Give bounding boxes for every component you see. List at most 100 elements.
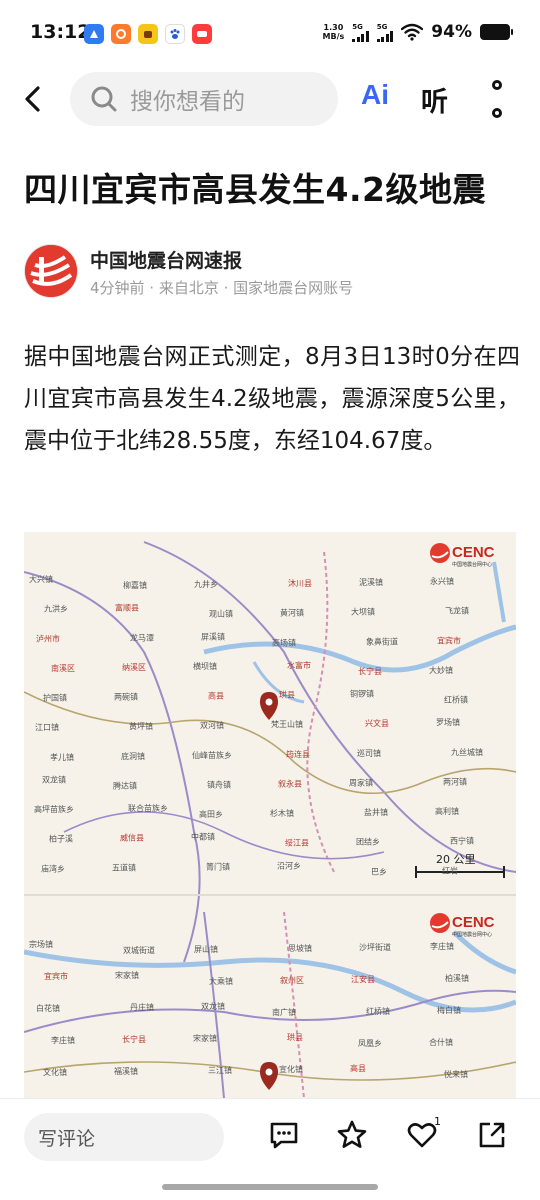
map-place-label: 巴乡 [371, 867, 387, 876]
map-place-label: 江安县 [351, 974, 375, 984]
map-place-label: 梵王山镇 [271, 719, 303, 729]
map-place-label: 水富市 [287, 660, 311, 670]
map-place-label: 李庄镇 [430, 941, 454, 951]
map-place-label: 龙马潭 [130, 632, 154, 642]
map-place-label: 沿河乡 [277, 860, 301, 870]
article-body: 据中国地震台网正式测定，8月3日13时0分在四川宜宾市高县发生4.2级地震，震源… [24, 344, 520, 454]
author-avatar[interactable] [24, 244, 78, 298]
back-button[interactable] [16, 82, 50, 116]
map-place-label: 南溪区 [51, 663, 75, 673]
search-icon [91, 86, 117, 112]
map-place-label: 泥溪镇 [359, 577, 383, 587]
map-place-label: 罗场镇 [436, 717, 460, 727]
map-place-label: 黄坪镇 [129, 721, 153, 731]
share-icon[interactable] [476, 1119, 508, 1151]
map-place-label: 珙县 [287, 1032, 303, 1042]
map-place-label: 孝儿镇 [50, 752, 74, 762]
author-meta: 4分钟前 · 来自北京 · 国家地震台网账号 [90, 279, 354, 297]
bottom-action-bar: 写评论 1 [0, 1098, 540, 1200]
status-bar: 13:12 1.30 MB/s 5G 5G 94% [0, 0, 540, 66]
map-place-label: 叙永县 [278, 778, 302, 788]
map-place-label: 高田乡 [199, 809, 223, 819]
map-place-label: 高坪苗族乡 [34, 804, 74, 814]
map-place-label: 梅白镇 [437, 1005, 461, 1015]
map-place-label: 长宁县 [122, 1034, 146, 1044]
map-place-label: 护国镇 [43, 693, 67, 703]
more-dot-icon [492, 80, 502, 90]
map-place-label: 威信县 [120, 833, 144, 843]
map-place-label: 屏山镇 [194, 944, 218, 954]
article-title: 四川宜宾市高县发生4.2级地震 [24, 170, 486, 209]
map-svg: CENC 中国地震台网中心 CENC 中国地震台网中心 20 公里 大兴镇柳嘉镇… [24, 532, 516, 1098]
map-place-label: 黄河镇 [280, 608, 304, 618]
signal-1-icon [352, 30, 369, 42]
earthquake-map-image[interactable]: CENC 中国地震台网中心 CENC 中国地震台网中心 20 公里 大兴镇 柳嘉镇… [24, 532, 516, 1098]
map-place-label: 大坝镇 [351, 607, 375, 617]
map-place-label: 沙坪街道 [359, 942, 391, 952]
map-place-label: 高利镇 [435, 806, 459, 816]
star-favorite-icon[interactable] [336, 1119, 368, 1151]
map-place-label: 文化镇 [43, 1067, 67, 1077]
map-place-label: 观山镇 [209, 609, 233, 619]
map-place-label: 福溪镇 [114, 1066, 138, 1076]
more-dot-icon [492, 108, 502, 118]
svg-text:CENC: CENC [452, 914, 495, 931]
status-right: 1.30 MB/s 5G 5G 94% [323, 22, 513, 42]
signal-2-icon [376, 30, 394, 42]
map-place-label: 白花镇 [36, 1003, 60, 1013]
map-place-label: 柏子溪 [49, 834, 73, 844]
map-place-label: 九洪乡 [44, 604, 68, 614]
map-place-label: 双城街道 [123, 945, 155, 955]
map-place-label: 联合苗族乡 [128, 803, 168, 813]
map-place-label: 沐川县 [288, 578, 312, 588]
map-place-label: 南广镇 [272, 1007, 296, 1017]
map-place-label: 宣化镇 [279, 1064, 303, 1074]
map-place-label: 周家镇 [349, 777, 373, 787]
map-place-label: 李庄镇 [51, 1035, 75, 1045]
map-place-label: 永兴镇 [430, 576, 454, 586]
search-input[interactable]: 搜你想看的 [70, 72, 338, 126]
map-place-label: 庙湾乡 [41, 863, 65, 873]
map-place-label: 双龙镇 [42, 774, 66, 784]
map-place-label: 宜宾市 [437, 635, 461, 645]
comment-input[interactable]: 写评论 [24, 1113, 224, 1161]
map-place-label: 红岩 [442, 865, 458, 875]
more-options-button[interactable] [487, 80, 507, 118]
svg-text:中国地震台网中心: 中国地震台网中心 [452, 561, 492, 568]
map-place-label: 五道镇 [112, 862, 136, 872]
map-place-label: 柏溪镇 [445, 973, 469, 983]
map-place-label: 宜宾市 [44, 971, 68, 981]
map-place-label: 腾达镇 [113, 780, 137, 790]
map-place-label: 江口镇 [35, 722, 59, 732]
map-place-label: 长宁县 [358, 666, 382, 676]
map-place-label: 象鼻街道 [366, 636, 398, 646]
wifi-icon [401, 23, 424, 41]
map-place-label: 大兴镇 [29, 574, 53, 584]
map-place-label: 思坡镇 [288, 943, 312, 953]
listen-button[interactable]: 听 [421, 80, 448, 119]
map-place-label: 丹庄镇 [130, 1002, 154, 1012]
map-place-label: 箐门镇 [206, 861, 230, 871]
comment-placeholder: 写评论 [38, 1127, 96, 1150]
home-indicator[interactable] [162, 1184, 378, 1190]
svg-text:中国地震台网中心: 中国地震台网中心 [452, 931, 492, 938]
map-place-label: 中都镇 [191, 832, 215, 842]
author-name[interactable]: 中国地震台网速报 [90, 246, 242, 273]
chevron-left-icon [25, 86, 40, 112]
map-place-label: 兴文县 [365, 718, 389, 728]
map-place-label: 悦来镇 [444, 1069, 468, 1079]
map-place-label: 巡司镇 [357, 748, 381, 758]
map-place-label: 高场镇 [272, 637, 296, 647]
comments-icon[interactable] [268, 1119, 300, 1151]
author-row[interactable]: 中国地震台网速报 4分钟前 · 来自北京 · 国家地震台网账号 [24, 244, 524, 302]
map-place-label: 双龙镇 [201, 1001, 225, 1011]
map-place-label: 双河镇 [200, 720, 224, 730]
map-place-label: 宋家镇 [193, 1033, 217, 1043]
paw-notification-icon [165, 24, 185, 44]
map-place-label: 仙峰苗族乡 [192, 750, 232, 760]
map-place-label: 底洞镇 [121, 751, 145, 761]
svg-text:20 公里: 20 公里 [436, 853, 476, 866]
ai-button[interactable]: Ai [361, 79, 389, 111]
tiger-notification-icon [138, 24, 158, 44]
app-notification-icon [84, 24, 104, 44]
